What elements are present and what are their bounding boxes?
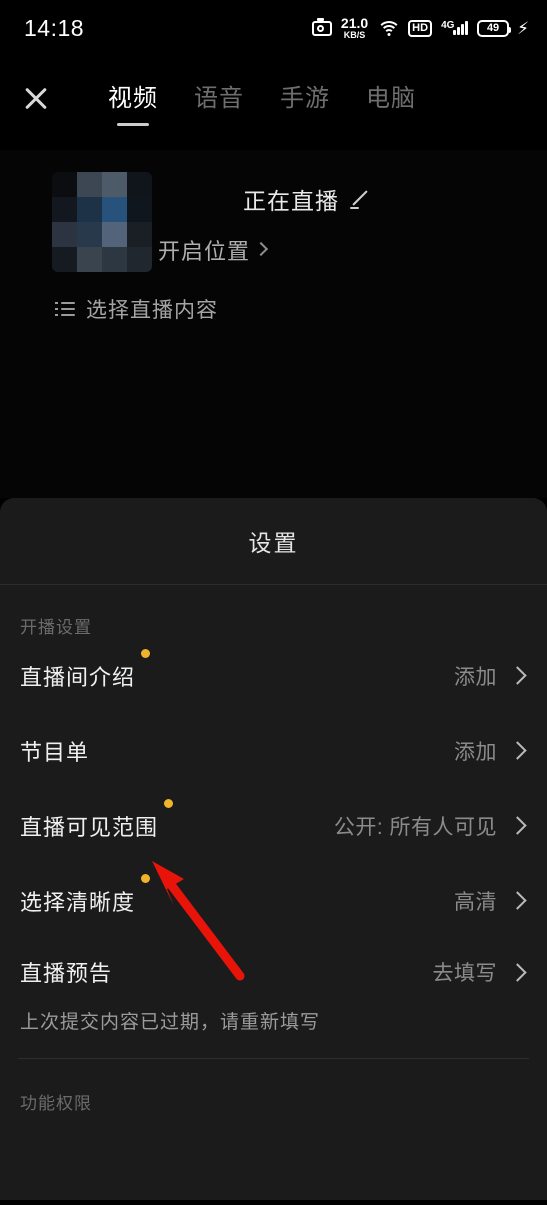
enable-location-label: 开启位置 (158, 239, 251, 264)
tab-pc[interactable]: 电脑 (366, 78, 416, 126)
new-badge-dot (141, 873, 151, 883)
battery-level-label: 49 (486, 22, 500, 34)
room-title: 正在直播 (243, 188, 339, 214)
row-left: 直播间介绍 (20, 648, 151, 692)
row-right: 添加 (454, 736, 527, 766)
enable-location-button[interactable]: 开启位置 (158, 234, 269, 266)
tab-mobile-game-label: 手游 (280, 85, 330, 112)
tab-list: 视频 语音 手游 电脑 (108, 78, 416, 126)
row-right: 添加 (454, 661, 527, 691)
row-left: 选择清晰度 (20, 873, 151, 917)
phone-screen: 14:18 21.0 KB/S HD 4G 49 ⚡ 视频 语音 手游 电脑 正… (0, 0, 547, 1200)
hd-icon: HD (408, 19, 433, 37)
top-tab-bar: 视频 语音 手游 电脑 (0, 78, 547, 140)
settings-sheet-header: 设置 (0, 498, 547, 585)
live-cover-thumbnail[interactable] (52, 172, 152, 272)
chevron-right-icon (508, 891, 527, 910)
select-live-content-label: 选择直播内容 (86, 299, 218, 322)
row-right: 公开: 所有人可见 (334, 811, 527, 841)
settings-title: 设置 (248, 530, 299, 556)
status-bar: 14:18 21.0 KB/S HD 4G 49 ⚡ (0, 0, 547, 56)
settings-row-definition[interactable]: 选择清晰度 高清 (20, 863, 527, 938)
settings-row-room-intro[interactable]: 直播间介绍 添加 (20, 638, 527, 713)
battery-icon: 49 (477, 19, 512, 37)
network-type-label: 4G (441, 20, 455, 31)
status-time: 14:18 (24, 14, 85, 41)
tab-video[interactable]: 视频 (108, 78, 158, 126)
chevron-right-icon (508, 666, 527, 685)
tab-voice-label: 语音 (194, 85, 244, 112)
tab-voice[interactable]: 语音 (194, 78, 244, 126)
settings-row-label: 直播间介绍 (20, 664, 136, 690)
new-badge-dot (164, 798, 174, 808)
row-left: 节目单 (20, 735, 92, 767)
wifi-icon (376, 20, 401, 36)
settings-row-label: 选择清晰度 (20, 889, 136, 915)
settings-row-value: 去填写 (432, 962, 497, 985)
network-speed-value: 21.0 (340, 15, 369, 31)
network-speed-unit: KB/S (343, 30, 366, 40)
cellular-signal-icon: 4G (441, 20, 469, 35)
chevron-right-icon (253, 241, 269, 257)
row-right: 去填写 (433, 957, 528, 987)
live-preview-area: 正在直播 开启位置 选择直播内容 (0, 150, 547, 498)
row-left: 直播预告 (20, 956, 115, 988)
section-label-broadcast: 开播设置 (20, 618, 92, 637)
settings-row-visibility[interactable]: 直播可见范围 公开: 所有人可见 (20, 788, 527, 863)
settings-row-value: 高清 (454, 890, 497, 914)
select-live-content-button[interactable]: 选择直播内容 (55, 294, 218, 324)
row-right: 高清 (454, 886, 527, 916)
settings-row-value: 添加 (454, 740, 497, 764)
settings-row-label: 直播预告 (20, 961, 113, 986)
tab-active-indicator (117, 123, 149, 126)
tab-video-label: 视频 (108, 85, 158, 112)
list-icon (55, 301, 75, 317)
settings-rows: 直播间介绍 添加 节目单 添加 直播可见范围 公开: 所有人可见 选择清晰度 高… (0, 638, 547, 1044)
chevron-right-icon (508, 741, 527, 760)
settings-sheet: 设置 开播设置 直播间介绍 添加 节目单 添加 直播可见范围 公开: 所有人可见… (0, 498, 547, 1200)
tab-mobile-game[interactable]: 手游 (280, 78, 330, 126)
section-label-permissions: 功能权限 (20, 1094, 92, 1113)
settings-row-subtitle: 上次提交内容已过期，请重新填写 (20, 1012, 321, 1033)
camera-icon (311, 17, 332, 36)
settings-row-live-preview[interactable]: 直播预告 去填写 (20, 946, 527, 998)
settings-row-label: 节目单 (20, 739, 90, 765)
chevron-right-icon (508, 962, 527, 982)
new-badge-dot (141, 648, 151, 658)
tab-pc-label: 电脑 (366, 85, 416, 112)
row-left: 直播可见范围 (20, 798, 174, 842)
settings-row-label: 直播可见范围 (20, 814, 159, 840)
pencil-icon[interactable] (350, 188, 372, 210)
close-icon[interactable] (18, 84, 66, 114)
settings-row-program-list[interactable]: 节目单 添加 (20, 713, 527, 788)
settings-row-value: 公开: 所有人可见 (333, 815, 497, 839)
chevron-right-icon (508, 816, 527, 835)
settings-row-value: 添加 (454, 665, 497, 689)
room-title-row[interactable]: 正在直播 (243, 182, 372, 216)
network-speed-indicator: 21.0 KB/S (341, 16, 368, 40)
status-icons: 21.0 KB/S HD 4G 49 ⚡ (311, 16, 529, 40)
charging-bolt-icon: ⚡ (517, 18, 529, 38)
settings-row-live-preview-block: 直播预告 去填写 上次提交内容已过期，请重新填写 (20, 938, 527, 1044)
